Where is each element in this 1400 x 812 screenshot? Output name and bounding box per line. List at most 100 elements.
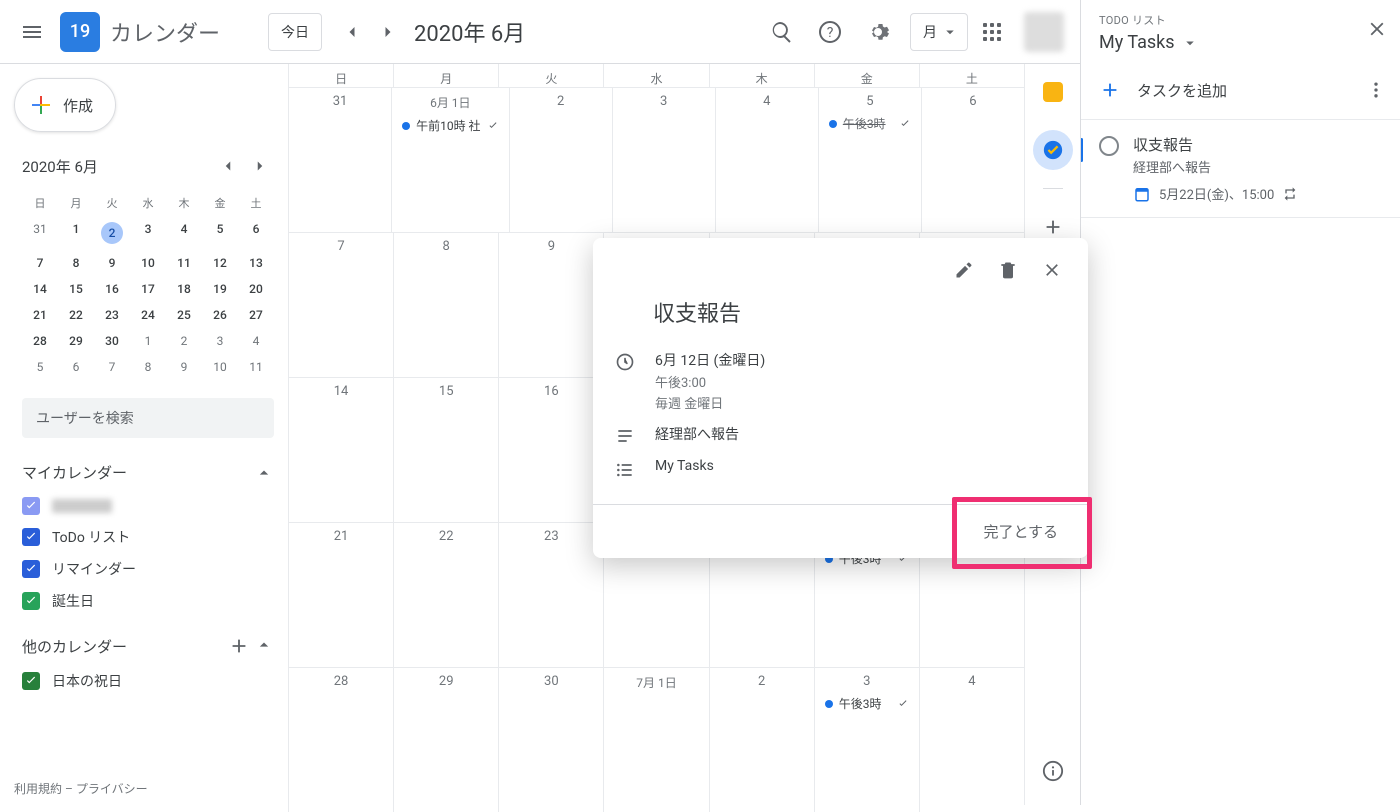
day-cell[interactable]: 4 [715,87,818,232]
day-cell[interactable]: 8 [393,232,498,377]
search-icon[interactable] [758,8,806,56]
mini-day[interactable]: 23 [94,302,130,328]
mini-day[interactable]: 25 [166,302,202,328]
mini-day[interactable]: 8 [58,250,94,276]
add-task-button[interactable]: タスクを追加 [1099,79,1227,101]
mini-day[interactable]: 7 [94,354,130,380]
calendar-event[interactable]: 午前10時 社 [396,115,504,136]
day-cell[interactable]: 7 [288,232,393,377]
add-calendar-icon[interactable] [228,635,250,657]
mini-day[interactable]: 17 [130,276,166,302]
mini-day[interactable]: 29 [58,328,94,354]
delete-icon[interactable] [986,248,1030,292]
mini-day[interactable]: 1 [130,328,166,354]
mini-day[interactable]: 30 [94,328,130,354]
other-calendars-toggle[interactable]: 他のカレンダー [8,629,288,663]
day-cell[interactable]: 2 [509,87,612,232]
mini-day[interactable]: 31 [22,216,58,250]
day-cell[interactable]: 14 [288,377,393,522]
create-button[interactable]: 作成 [14,78,116,132]
calendar-item[interactable]: 誕生日 [8,585,288,617]
mini-day[interactable]: 4 [166,216,202,250]
task-radio[interactable] [1099,136,1119,156]
day-cell[interactable]: 15 [393,377,498,522]
mini-day[interactable]: 11 [238,354,274,380]
mini-day[interactable]: 6 [238,216,274,250]
mini-day[interactable]: 18 [166,276,202,302]
checkbox-icon[interactable] [22,560,40,578]
mini-day[interactable]: 5 [202,216,238,250]
menu-icon[interactable] [8,8,56,56]
mini-day[interactable]: 24 [130,302,166,328]
prev-month-icon[interactable] [334,14,370,50]
mini-day[interactable]: 22 [58,302,94,328]
day-cell[interactable]: 3 [612,87,715,232]
keep-icon[interactable] [1033,72,1073,112]
checkbox-icon[interactable] [22,592,40,610]
mini-day[interactable]: 1 [58,216,94,250]
day-cell[interactable]: 29 [393,667,498,812]
mini-day[interactable]: 16 [94,276,130,302]
my-calendars-toggle[interactable]: マイカレンダー [8,456,288,489]
day-cell[interactable]: 6 [921,87,1024,232]
day-cell[interactable]: 23 [498,522,603,667]
day-cell[interactable]: 2 [709,667,814,812]
settings-icon[interactable] [854,8,902,56]
day-cell[interactable]: 28 [288,667,393,812]
mini-day[interactable]: 13 [238,250,274,276]
people-search-input[interactable]: ユーザーを検索 [22,398,274,438]
day-cell[interactable]: 16 [498,377,603,522]
day-cell[interactable]: 22 [393,522,498,667]
mini-day[interactable]: 8 [130,354,166,380]
calendar-event[interactable]: 午後3時 [819,693,915,714]
tasks-list-select[interactable]: My Tasks [1099,32,1386,53]
calendar-event[interactable]: 午後3時 [823,113,917,134]
mini-day[interactable]: 2 [94,216,130,250]
help-icon[interactable]: ? [806,8,854,56]
day-cell[interactable]: 5午後3時 [818,87,921,232]
day-cell[interactable]: 4 [919,667,1024,812]
next-month-icon[interactable] [370,14,406,50]
calendar-item[interactable]: リマインダー [8,553,288,585]
mini-day[interactable]: 9 [166,354,202,380]
day-cell[interactable]: 6月 1日午前10時 社 [391,87,508,232]
mini-day[interactable]: 19 [202,276,238,302]
info-icon[interactable] [1033,751,1073,791]
mini-day[interactable]: 26 [202,302,238,328]
calendar-item[interactable]: ToDo リスト [8,521,288,553]
mini-day[interactable]: 10 [202,354,238,380]
edit-icon[interactable] [942,248,986,292]
close-icon[interactable] [1030,248,1074,292]
day-cell[interactable]: 21 [288,522,393,667]
day-cell[interactable]: 30 [498,667,603,812]
calendar-item[interactable]: 日本の祝日 [8,665,288,697]
checkbox-icon[interactable] [22,672,40,690]
mini-day[interactable]: 28 [22,328,58,354]
mini-day[interactable]: 9 [94,250,130,276]
mini-day[interactable]: 5 [22,354,58,380]
mini-day[interactable]: 27 [238,302,274,328]
task-menu-icon[interactable] [1366,80,1386,100]
day-cell[interactable]: 9 [498,232,603,377]
mini-day[interactable]: 20 [238,276,274,302]
mini-day[interactable]: 6 [58,354,94,380]
mini-day[interactable]: 11 [166,250,202,276]
footer-links[interactable]: 利用規約 – プライバシー [14,780,148,797]
mini-next-icon[interactable] [246,152,274,180]
task-item[interactable]: 収支報告 経理部へ報告 5月22日(金)、15:00 [1081,120,1400,218]
mini-day[interactable]: 2 [166,328,202,354]
calendar-item[interactable] [8,491,288,521]
mini-day[interactable]: 10 [130,250,166,276]
mini-day[interactable]: 14 [22,276,58,302]
checkbox-icon[interactable] [22,497,40,515]
mini-day[interactable]: 12 [202,250,238,276]
mini-day[interactable]: 7 [22,250,58,276]
complete-button[interactable]: 完了とする [953,505,1088,558]
day-cell[interactable]: 7月 1日 [603,667,708,812]
checkbox-icon[interactable] [22,528,40,546]
tasks-icon[interactable] [1033,130,1073,170]
apps-icon[interactable] [968,8,1016,56]
mini-day[interactable]: 3 [202,328,238,354]
mini-day[interactable]: 3 [130,216,166,250]
view-select[interactable]: 月 [910,13,968,51]
